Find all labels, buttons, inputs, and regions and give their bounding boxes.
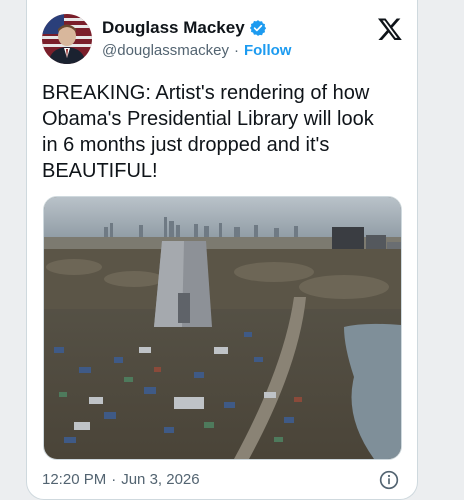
- verified-badge-icon: [249, 19, 267, 37]
- tweet-text: BREAKING: Artist's rendering of how Obam…: [42, 80, 407, 184]
- author-name-row: Douglass Mackey: [102, 18, 267, 38]
- info-icon[interactable]: [379, 470, 399, 490]
- tweet-text-line: in 6 months just dropped and it's: [42, 134, 330, 156]
- tweet-date[interactable]: Jun 3, 2026: [121, 471, 199, 488]
- author-handle-row: @douglassmackey · Follow: [102, 42, 291, 59]
- aerial-photo: [44, 197, 401, 459]
- x-logo-icon[interactable]: [377, 16, 403, 42]
- author-handle[interactable]: @douglassmackey: [102, 42, 229, 59]
- footer-separator: ·: [111, 471, 117, 488]
- tweet-text-line: BREAKING: Artist's rendering of how: [42, 82, 370, 104]
- tweet-time[interactable]: 12:20 PM: [42, 471, 106, 488]
- tweet-card: Douglass Mackey @douglassmackey · Follow…: [26, 0, 418, 500]
- separator-dot: ·: [233, 42, 239, 59]
- tweet-footer: 12:20 PM · Jun 3, 2026: [42, 471, 200, 488]
- tweet-media-photo[interactable]: [43, 196, 402, 460]
- author-display-name[interactable]: Douglass Mackey: [102, 18, 245, 38]
- tweet-text-line: Obama's Presidential Library will look: [42, 108, 374, 130]
- follow-button[interactable]: Follow: [244, 42, 292, 59]
- avatar[interactable]: [42, 14, 92, 64]
- tweet-text-line: BEAUTIFUL!: [42, 160, 158, 182]
